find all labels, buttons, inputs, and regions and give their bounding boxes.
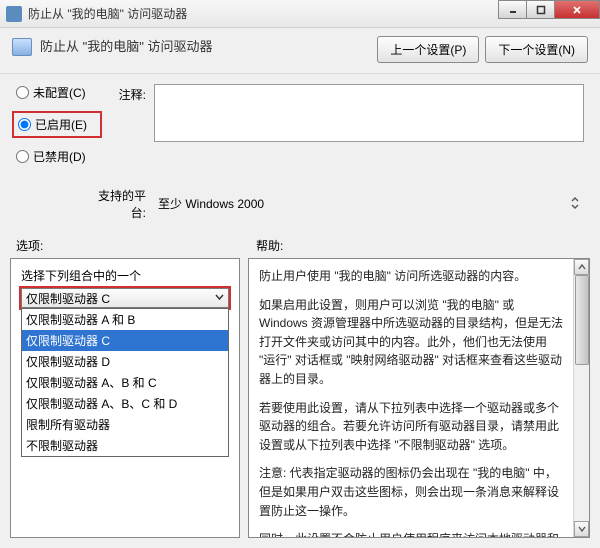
dropdown-selected: 仅限制驱动器 C [26,290,110,307]
radio-enabled-input[interactable] [18,118,31,131]
close-button[interactable] [554,0,600,19]
options-pane: 选择下列组合中的一个 仅限制驱动器 C 仅限制驱动器 A 和 B 仅限制驱动器 … [10,258,240,538]
radio-disabled-input[interactable] [16,150,29,163]
help-paragraph: 若要使用此设置，请从下拉列表中选择一个驱动器或多个驱动器的组合。若要允许访问所有… [259,399,563,455]
dropdown-option[interactable]: 仅限制驱动器 D [22,351,228,372]
chevron-up-down-icon[interactable] [566,194,584,212]
dropdown-option[interactable]: 仅限制驱动器 A 和 B [22,309,228,330]
dropdown-option[interactable]: 限制所有驱动器 [22,414,228,435]
comment-label: 注释: [98,84,154,103]
scroll-down-button[interactable] [574,521,589,537]
help-paragraph: 如果启用此设置，则用户可以浏览 "我的电脑" 或 Windows 资源管理器中所… [259,296,563,389]
window-title: 防止从 "我的电脑" 访问驱动器 [28,5,187,22]
next-setting-button[interactable]: 下一个设置(N) [485,36,588,63]
chevron-down-icon [215,291,224,305]
dropdown-option[interactable]: 不限制驱动器 [22,435,228,456]
help-label: 帮助: [256,237,283,254]
options-label: 选项: [16,237,256,254]
prev-setting-button[interactable]: 上一个设置(P) [377,36,479,63]
dropdown-option[interactable]: 仅限制驱动器 A、B、C 和 D [22,393,228,414]
help-pane: 防止用户使用 "我的电脑" 访问所选驱动器的内容。 如果启用此设置，则用户可以浏… [248,258,590,538]
radio-label: 未配置(C) [33,84,86,101]
dropdown-list: 仅限制驱动器 A 和 B 仅限制驱动器 C 仅限制驱动器 D 仅限制驱动器 A、… [21,308,229,457]
radio-not-configured-input[interactable] [16,86,29,99]
comment-textarea[interactable] [154,84,584,142]
help-paragraph: 防止用户使用 "我的电脑" 访问所选驱动器的内容。 [259,267,563,286]
radio-disabled[interactable]: 已禁用(D) [16,148,98,165]
help-paragraph: 注意: 代表指定驱动器的图标仍会出现在 "我的电脑" 中，但是如果用户双击这些图… [259,464,563,520]
policy-icon [12,38,32,56]
minimize-button[interactable] [498,0,527,19]
dropdown-option[interactable]: 仅限制驱动器 C [22,330,228,351]
support-value: 至少 Windows 2000 [154,193,566,214]
radio-not-configured[interactable]: 未配置(C) [16,84,98,101]
drive-restriction-dropdown[interactable]: 仅限制驱动器 C [21,288,229,308]
page-title: 防止从 "我的电脑" 访问驱动器 [40,36,212,55]
radio-enabled[interactable]: 已启用(E) [16,115,98,134]
support-label: 支持的平台: [98,185,154,221]
maximize-button[interactable] [526,0,555,19]
help-paragraph: 同时，此设置不会防止用户使用程序来访问本地驱动器和网络驱动器，也不会防止他们使用… [259,530,563,538]
scroll-up-button[interactable] [574,259,589,275]
dropdown-option[interactable]: 仅限制驱动器 A、B 和 C [22,372,228,393]
app-icon [6,6,22,22]
scrollbar[interactable] [573,259,589,537]
scroll-thumb[interactable] [575,275,589,365]
radio-label: 已禁用(D) [33,148,86,165]
dropdown-prompt: 选择下列组合中的一个 [21,267,229,284]
radio-label: 已启用(E) [35,116,87,133]
